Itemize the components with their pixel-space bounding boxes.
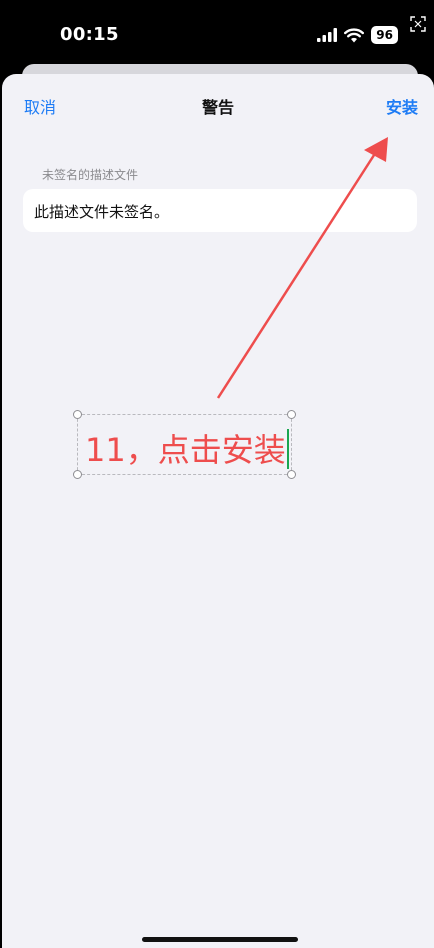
annotation-text-box[interactable]: 11，点击安装: [73, 410, 296, 479]
home-indicator[interactable]: [142, 937, 298, 942]
arrow-head: [364, 137, 388, 162]
resize-handle-bottom-left[interactable]: [73, 470, 82, 479]
annotation-label: 11，点击安装: [85, 431, 286, 469]
text-cursor: [286, 429, 289, 469]
resize-handle-top-right[interactable]: [287, 410, 296, 419]
annotation-text[interactable]: 11，点击安装: [85, 425, 289, 471]
resize-handle-top-left[interactable]: [73, 410, 82, 419]
arrow-line: [216, 151, 378, 399]
resize-handle-bottom-right[interactable]: [287, 470, 296, 479]
